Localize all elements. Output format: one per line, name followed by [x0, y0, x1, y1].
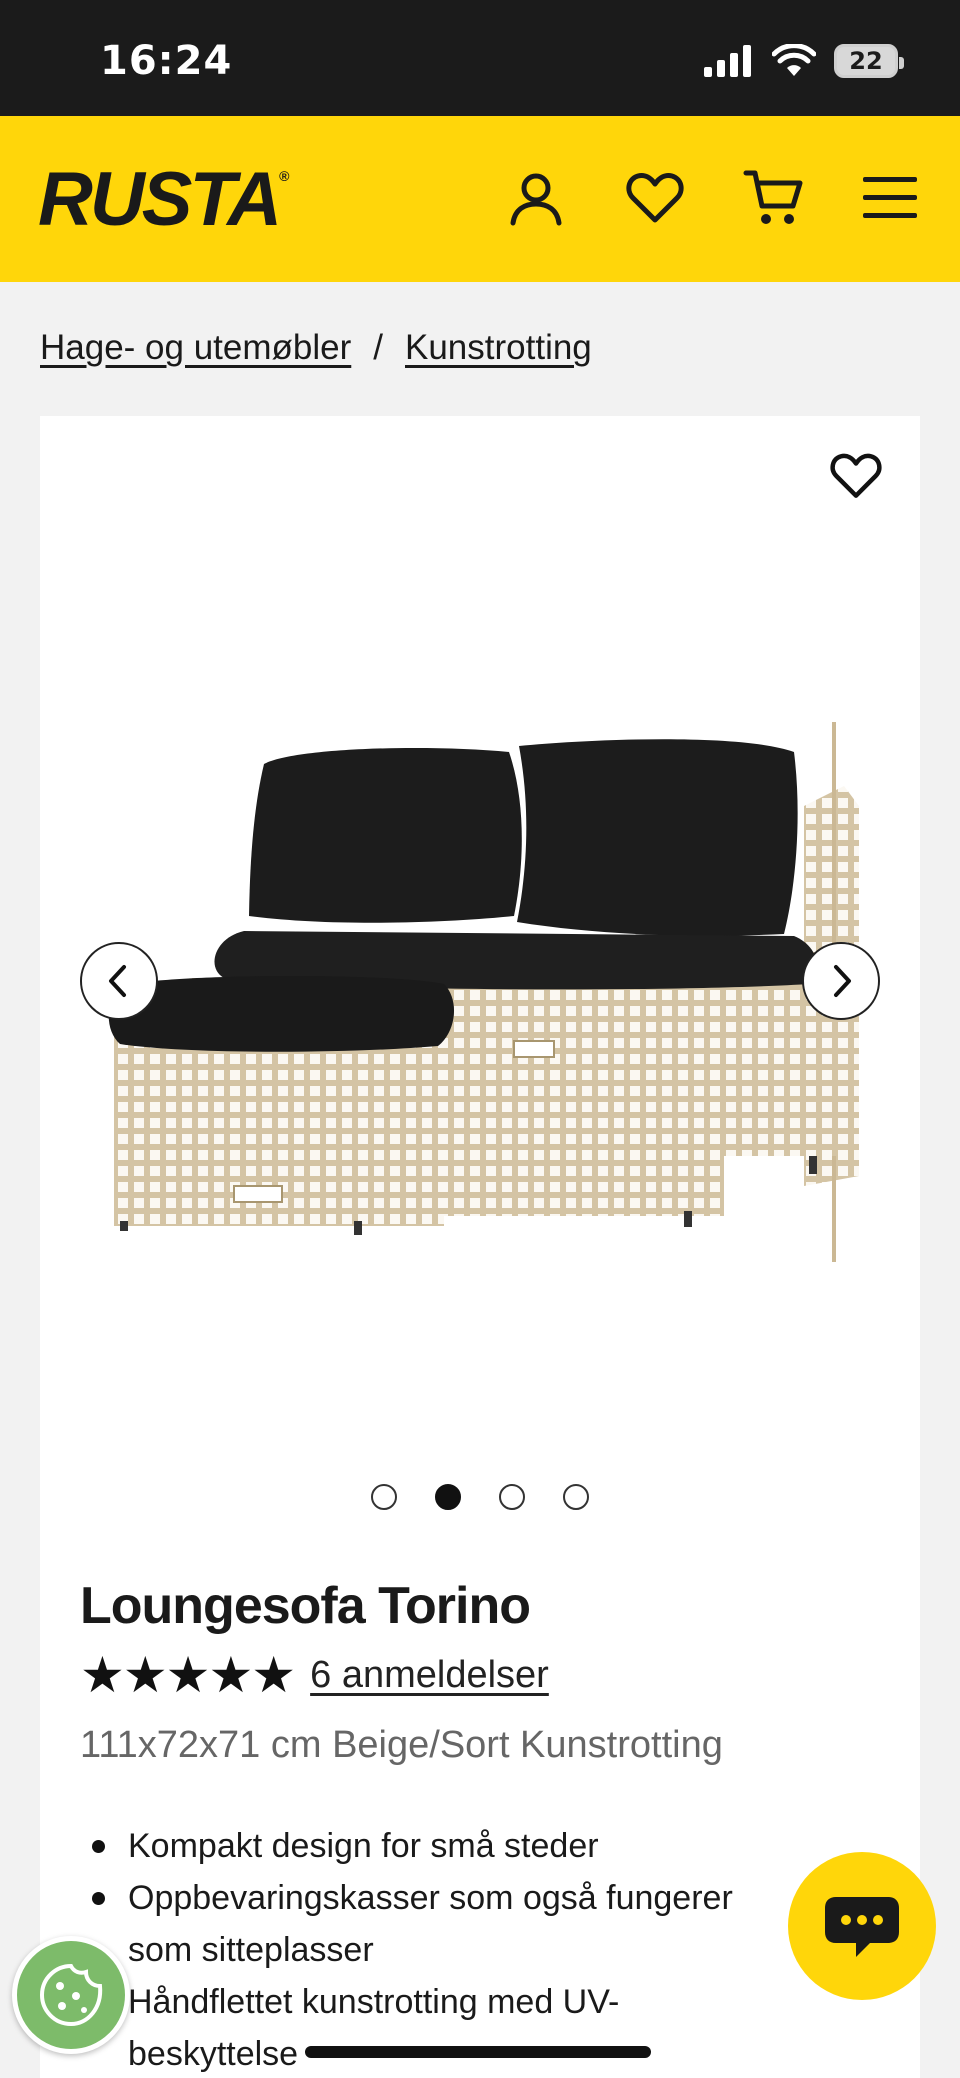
logo-registered-mark: ®: [279, 168, 289, 184]
breadcrumb-item-hage[interactable]: Hage- og utemøbler: [40, 328, 351, 368]
status-bar: 16:24 22: [0, 0, 960, 116]
gallery-dot[interactable]: [371, 1484, 397, 1510]
cart-icon: [743, 170, 803, 224]
gallery-dot[interactable]: [499, 1484, 525, 1510]
account-button[interactable]: [498, 160, 574, 236]
favorites-button[interactable]: [617, 160, 693, 236]
heart-icon: [626, 173, 684, 223]
battery-level: 22: [849, 47, 883, 75]
feature-item: Oppbevaringskasser som også fungerer: [88, 1872, 828, 1924]
reviews-link[interactable]: 6 anmeldelser: [310, 1654, 549, 1697]
chat-button[interactable]: [788, 1852, 936, 2000]
product-subtitle: 111x72x71 cm Beige/Sort Kunstrotting: [80, 1724, 723, 1766]
chat-bubble-icon: [825, 1897, 899, 1957]
feature-list: Kompakt design for små steder Oppbevarin…: [88, 1820, 828, 2078]
gallery-pagination: [40, 1484, 920, 1510]
logo-text: RUSTA: [38, 157, 282, 242]
cookie-icon: [39, 1963, 103, 2027]
cart-button[interactable]: [736, 160, 812, 236]
battery-icon: 22: [834, 44, 904, 78]
status-icons: 22: [704, 44, 904, 78]
gallery-dot-active[interactable]: [435, 1484, 461, 1510]
previous-image-button[interactable]: [80, 942, 158, 1020]
rating-stars: ★★★★★: [80, 1646, 296, 1704]
signal-icon: [704, 45, 751, 77]
site-header: RUSTA®: [0, 116, 960, 282]
chevron-left-icon: [109, 965, 126, 997]
gallery-dot[interactable]: [563, 1484, 589, 1510]
feature-item-continued: som sitteplasser: [128, 1931, 374, 1969]
next-image-button[interactable]: [802, 942, 880, 1020]
rusta-logo[interactable]: RUSTA®: [38, 156, 290, 243]
product-card: Loungesofa Torino ★★★★★ 6 anmeldelser 11…: [40, 416, 920, 2078]
wifi-icon: [772, 44, 816, 76]
menu-button[interactable]: [852, 160, 928, 236]
feature-item: Håndflettet kunstrotting med UV-: [128, 1983, 620, 2021]
add-to-favorites-button[interactable]: [820, 440, 892, 512]
product-title: Loungesofa Torino: [80, 1577, 531, 1635]
breadcrumb: Hage- og utemøbler / Kunstrotting: [40, 328, 592, 368]
rating-row: ★★★★★ 6 anmeldelser: [80, 1650, 549, 1700]
product-image: [108, 722, 859, 1262]
home-indicator[interactable]: [305, 2046, 651, 2058]
feature-item: Kompakt design for små steder: [88, 1820, 828, 1872]
chevron-right-icon: [834, 965, 851, 997]
account-icon: [510, 173, 562, 226]
menu-icon: [863, 177, 917, 218]
breadcrumb-item-kunstrotting[interactable]: Kunstrotting: [405, 328, 592, 368]
cookie-settings-button[interactable]: [12, 1936, 130, 2054]
heart-icon: [830, 453, 882, 498]
breadcrumb-separator: /: [373, 328, 383, 367]
status-time: 16:24: [100, 38, 233, 84]
